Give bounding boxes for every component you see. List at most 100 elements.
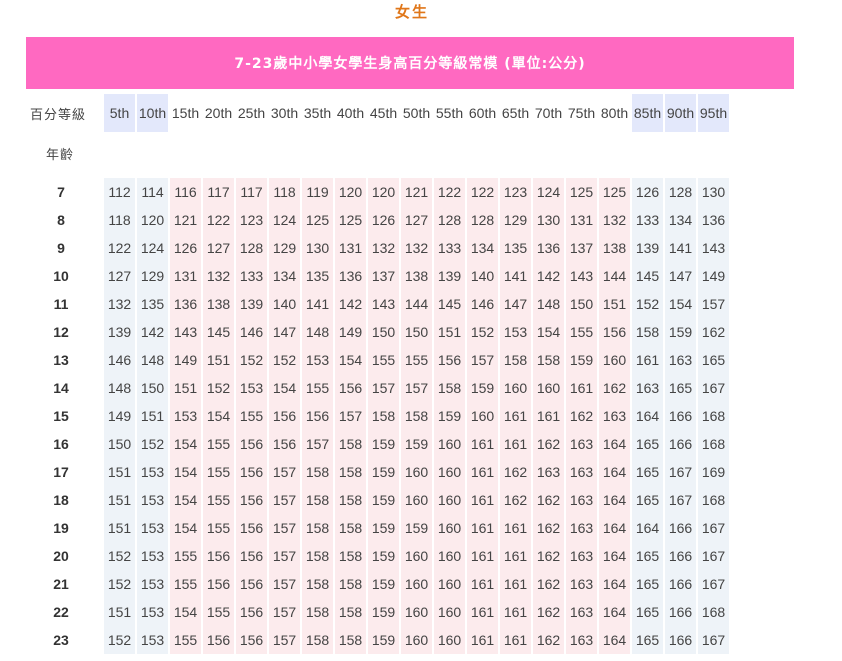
height-cell: 151: [104, 598, 135, 626]
height-cell: 150: [368, 318, 399, 346]
height-cell: 156: [203, 626, 234, 654]
percentile-header-70th: 70th: [533, 94, 564, 132]
height-cell: 118: [104, 206, 135, 234]
height-cell: 156: [203, 570, 234, 598]
height-cell: 163: [566, 514, 597, 542]
height-cell: 167: [698, 542, 729, 570]
height-cell: 164: [599, 486, 630, 514]
age-cell: 23: [28, 626, 102, 654]
height-cell: 156: [434, 346, 465, 374]
height-cell: 152: [104, 626, 135, 654]
height-cell: 154: [170, 598, 201, 626]
height-cell: 153: [137, 514, 168, 542]
height-cell: 157: [698, 290, 729, 318]
height-cell: 158: [368, 402, 399, 430]
height-cell: 150: [137, 374, 168, 402]
table-row: 21 152 153 155 156 156 157 158 158 159 160 160 161 16…: [28, 570, 729, 598]
table-row: 12 139 142 143 145 146 147 148 149 150 150 151 152 15…: [28, 318, 729, 346]
height-cell: 159: [368, 626, 399, 654]
empty-cell: [632, 132, 663, 174]
height-cell: 164: [599, 458, 630, 486]
height-cell: 125: [302, 206, 333, 234]
height-cell: 162: [533, 430, 564, 458]
height-cell: 129: [137, 262, 168, 290]
height-cell: 166: [665, 402, 696, 430]
height-cell: 153: [137, 570, 168, 598]
height-cell: 122: [467, 178, 498, 206]
height-cell: 160: [401, 542, 432, 570]
height-cell: 135: [302, 262, 333, 290]
height-cell: 126: [632, 178, 663, 206]
height-cell: 165: [632, 430, 663, 458]
height-cell: 161: [500, 430, 531, 458]
table-row: 20 152 153 155 156 156 157 158 158 159 160 160 161 16…: [28, 542, 729, 570]
height-cell: 161: [500, 542, 531, 570]
height-cell: 151: [434, 318, 465, 346]
height-cell: 154: [170, 486, 201, 514]
height-cell: 163: [566, 430, 597, 458]
height-cell: 159: [368, 458, 399, 486]
height-cell: 133: [434, 234, 465, 262]
height-cell: 168: [698, 430, 729, 458]
height-cell: 128: [665, 178, 696, 206]
height-cell: 163: [632, 374, 663, 402]
height-cell: 152: [467, 318, 498, 346]
percentile-header-5th: 5th: [104, 94, 135, 132]
empty-cell: [599, 132, 630, 174]
age-cell: 9: [28, 234, 102, 262]
height-cell: 117: [203, 178, 234, 206]
height-cell: 156: [335, 374, 366, 402]
height-cell: 121: [170, 206, 201, 234]
age-cell: 20: [28, 542, 102, 570]
height-cell: 161: [467, 486, 498, 514]
height-cell: 162: [500, 486, 531, 514]
height-cell: 155: [203, 514, 234, 542]
height-cell: 157: [269, 598, 300, 626]
height-cell: 165: [632, 626, 663, 654]
height-cell: 163: [599, 402, 630, 430]
height-cell: 124: [137, 234, 168, 262]
height-cell: 160: [434, 626, 465, 654]
height-cell: 159: [368, 570, 399, 598]
height-cell: 167: [698, 514, 729, 542]
empty-cell: [137, 132, 168, 174]
empty-cell: [434, 132, 465, 174]
height-cell: 148: [137, 346, 168, 374]
height-cell: 158: [302, 486, 333, 514]
height-cell: 166: [665, 598, 696, 626]
table-row: 22 151 153 154 155 156 157 158 158 159 160 160 161 16…: [28, 598, 729, 626]
height-cell: 152: [104, 570, 135, 598]
height-cell: 164: [599, 542, 630, 570]
height-cell: 162: [500, 458, 531, 486]
height-cell: 123: [500, 178, 531, 206]
height-cell: 125: [566, 178, 597, 206]
height-cell: 127: [203, 234, 234, 262]
percentile-header-65th: 65th: [500, 94, 531, 132]
height-cell: 158: [500, 346, 531, 374]
height-cell: 149: [104, 402, 135, 430]
height-cell: 155: [302, 374, 333, 402]
height-cell: 161: [566, 374, 597, 402]
height-cell: 165: [665, 374, 696, 402]
height-cell: 166: [665, 626, 696, 654]
percentile-label: 百分等級: [30, 107, 87, 123]
height-cell: 136: [698, 206, 729, 234]
height-cell: 167: [665, 486, 696, 514]
empty-cell: [401, 132, 432, 174]
height-cell: 114: [137, 178, 168, 206]
age-cell: 22: [28, 598, 102, 626]
height-cell: 132: [401, 234, 432, 262]
height-cell: 161: [467, 430, 498, 458]
empty-cell: [203, 132, 234, 174]
height-cell: 160: [401, 486, 432, 514]
height-cell: 156: [269, 402, 300, 430]
height-cell: 156: [599, 318, 630, 346]
height-cell: 148: [302, 318, 333, 346]
empty-cell: [368, 132, 399, 174]
height-cell: 166: [665, 430, 696, 458]
age-cell: 15: [28, 402, 102, 430]
height-cell: 148: [533, 290, 564, 318]
age-cell: 11: [28, 290, 102, 318]
height-cell: 131: [335, 234, 366, 262]
table-row: 16 150 152 154 155 156 156 157 158 159 159 160 161 16…: [28, 430, 729, 458]
